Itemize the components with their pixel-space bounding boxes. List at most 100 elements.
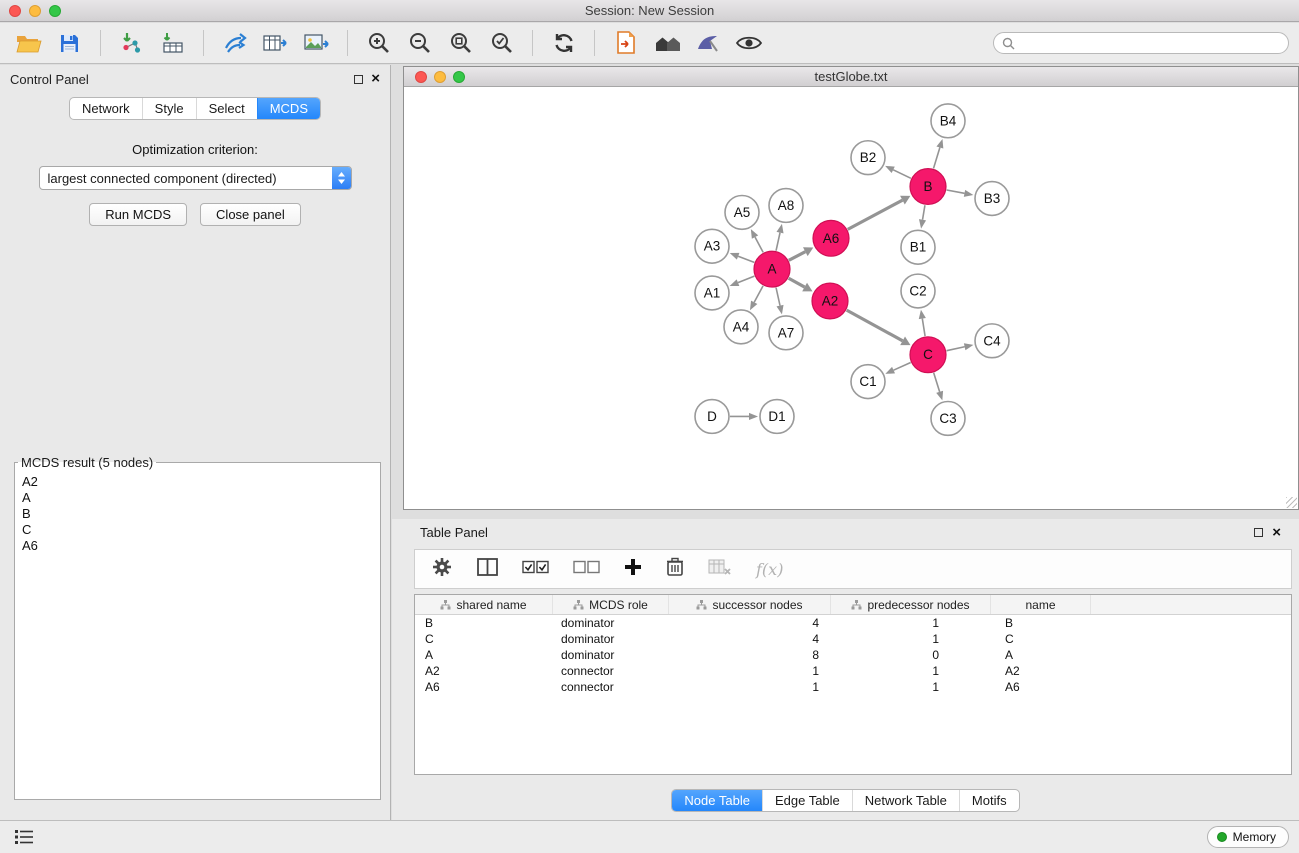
open-document-button[interactable] bbox=[607, 27, 644, 59]
tab-motifs[interactable]: Motifs bbox=[959, 790, 1019, 811]
table-row[interactable]: A dominator 8 0 A bbox=[415, 647, 1291, 663]
table-row[interactable]: A2 connector 1 1 A2 bbox=[415, 663, 1291, 679]
close-panel-icon[interactable]: × bbox=[371, 74, 380, 84]
network-canvas[interactable]: B4B2BB3A8A5A6A3B1AC2A1A2A4A7C4CC1DD1C3 bbox=[404, 88, 1298, 509]
memory-status-icon bbox=[1217, 832, 1227, 842]
refresh-button[interactable] bbox=[545, 27, 582, 59]
close-panel-button[interactable]: Close panel bbox=[200, 203, 301, 226]
cell-shared-name[interactable]: C bbox=[415, 631, 553, 647]
tab-edge-table[interactable]: Edge Table bbox=[762, 790, 852, 811]
function-builder-button[interactable]: f(x) bbox=[756, 560, 783, 579]
delete-table-icon bbox=[708, 558, 732, 576]
search-field[interactable] bbox=[993, 32, 1289, 54]
list-item[interactable]: A2 bbox=[22, 474, 373, 490]
export-image-button[interactable] bbox=[298, 27, 335, 59]
tab-network-table[interactable]: Network Table bbox=[852, 790, 959, 811]
export-table-button[interactable] bbox=[257, 27, 294, 59]
window-zoom-button[interactable] bbox=[49, 5, 61, 17]
cell-predecessor-nodes[interactable]: 1 bbox=[831, 631, 991, 647]
network-graph[interactable]: B4B2BB3A8A5A6A3B1AC2A1A2A4A7C4CC1DD1C3 bbox=[404, 88, 1298, 509]
cell-shared-name[interactable]: B bbox=[415, 615, 553, 631]
open-session-button[interactable] bbox=[10, 27, 47, 59]
graph-node-label: A2 bbox=[822, 293, 839, 308]
table-row[interactable]: C dominator 4 1 C bbox=[415, 631, 1291, 647]
memory-button[interactable]: Memory bbox=[1207, 826, 1289, 848]
table-row[interactable]: B dominator 4 1 B bbox=[415, 615, 1291, 631]
help-button[interactable] bbox=[689, 27, 726, 59]
zoom-selected-button[interactable] bbox=[483, 27, 520, 59]
mcds-result-list[interactable]: A2 A B C A6 bbox=[17, 472, 378, 797]
table-row[interactable]: A6 connector 1 1 A6 bbox=[415, 679, 1291, 695]
network-close-button[interactable] bbox=[415, 71, 427, 83]
delete-table-button[interactable] bbox=[708, 558, 732, 581]
list-item[interactable]: B bbox=[22, 506, 373, 522]
criterion-dropdown[interactable]: largest connected component (directed) bbox=[39, 166, 352, 190]
cell-name[interactable]: A bbox=[991, 647, 1091, 663]
network-zoom-button[interactable] bbox=[453, 71, 465, 83]
graph-arrowhead bbox=[776, 305, 783, 315]
add-column-button[interactable] bbox=[624, 558, 642, 581]
resize-grip[interactable] bbox=[1286, 497, 1297, 508]
cell-mcds-role[interactable]: dominator bbox=[553, 615, 669, 631]
list-item[interactable]: A6 bbox=[22, 538, 373, 554]
import-network-file-button[interactable] bbox=[113, 27, 150, 59]
table-settings-button[interactable] bbox=[431, 556, 453, 583]
column-header[interactable]: name bbox=[991, 595, 1091, 614]
cell-shared-name[interactable]: A bbox=[415, 647, 553, 663]
cell-mcds-role[interactable]: dominator bbox=[553, 631, 669, 647]
cell-mcds-role[interactable]: dominator bbox=[553, 647, 669, 663]
cell-predecessor-nodes[interactable]: 1 bbox=[831, 615, 991, 631]
cell-name[interactable]: A2 bbox=[991, 663, 1091, 679]
cell-name[interactable]: A6 bbox=[991, 679, 1091, 695]
float-panel-icon[interactable] bbox=[354, 75, 363, 84]
cell-mcds-role[interactable]: connector bbox=[553, 679, 669, 695]
column-header[interactable]: shared name bbox=[415, 595, 553, 614]
cell-predecessor-nodes[interactable]: 1 bbox=[831, 679, 991, 695]
float-panel-icon[interactable] bbox=[1254, 528, 1263, 537]
list-item[interactable]: A bbox=[22, 490, 373, 506]
column-header[interactable]: MCDS role bbox=[553, 595, 669, 614]
toggle-visibility-button[interactable] bbox=[730, 27, 767, 59]
cell-mcds-role[interactable]: connector bbox=[553, 663, 669, 679]
cell-predecessor-nodes[interactable]: 1 bbox=[831, 663, 991, 679]
list-item[interactable]: C bbox=[22, 522, 373, 538]
cell-shared-name[interactable]: A6 bbox=[415, 679, 553, 695]
home-button[interactable] bbox=[648, 27, 685, 59]
tab-style[interactable]: Style bbox=[142, 98, 196, 119]
export-network-button[interactable] bbox=[216, 27, 253, 59]
window-close-button[interactable] bbox=[9, 5, 21, 17]
tab-mcds[interactable]: MCDS bbox=[257, 98, 320, 119]
run-mcds-button[interactable]: Run MCDS bbox=[89, 203, 187, 226]
cell-predecessor-nodes[interactable]: 0 bbox=[831, 647, 991, 663]
cell-shared-name[interactable]: A2 bbox=[415, 663, 553, 679]
cell-successor-nodes[interactable]: 8 bbox=[669, 647, 831, 663]
cell-name[interactable]: C bbox=[991, 631, 1091, 647]
network-minimize-button[interactable] bbox=[434, 71, 446, 83]
zoom-in-button[interactable] bbox=[360, 27, 397, 59]
graph-arrowhead bbox=[936, 139, 943, 149]
import-table-file-button[interactable] bbox=[154, 27, 191, 59]
cell-successor-nodes[interactable]: 4 bbox=[669, 615, 831, 631]
column-header[interactable]: successor nodes bbox=[669, 595, 831, 614]
close-panel-icon[interactable]: × bbox=[1272, 528, 1281, 538]
deselect-all-rows-button[interactable] bbox=[573, 560, 600, 579]
search-input[interactable] bbox=[1019, 34, 1288, 52]
window-minimize-button[interactable] bbox=[29, 5, 41, 17]
network-window-titlebar[interactable]: testGlobe.txt bbox=[404, 67, 1298, 87]
show-columns-button[interactable] bbox=[477, 558, 498, 581]
cell-successor-nodes[interactable]: 4 bbox=[669, 631, 831, 647]
delete-column-button[interactable] bbox=[666, 557, 684, 582]
cell-successor-nodes[interactable]: 1 bbox=[669, 679, 831, 695]
cell-successor-nodes[interactable]: 1 bbox=[669, 663, 831, 679]
tab-node-table[interactable]: Node Table bbox=[672, 790, 762, 811]
save-session-button[interactable] bbox=[51, 27, 88, 59]
column-header[interactable]: predecessor nodes bbox=[831, 595, 991, 614]
cell-name[interactable]: B bbox=[991, 615, 1091, 631]
task-history-button[interactable] bbox=[10, 827, 38, 847]
zoom-fit-button[interactable] bbox=[442, 27, 479, 59]
select-all-rows-button[interactable] bbox=[522, 560, 549, 579]
tab-select[interactable]: Select bbox=[196, 98, 257, 119]
zoom-out-button[interactable] bbox=[401, 27, 438, 59]
tab-network[interactable]: Network bbox=[70, 98, 142, 119]
document-arrow-icon bbox=[615, 31, 637, 55]
